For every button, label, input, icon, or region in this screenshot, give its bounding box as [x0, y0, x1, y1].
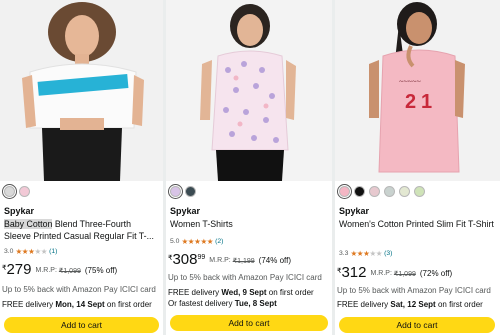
color-swatch[interactable] [354, 186, 365, 197]
product-image[interactable] [166, 0, 332, 181]
star-rating-icon: ★★★★★ [350, 248, 383, 258]
rating-count[interactable]: (1) [49, 248, 57, 255]
price-fraction: 99 [197, 254, 206, 261]
color-swatch[interactable] [168, 184, 183, 199]
rating-count[interactable]: (3) [384, 250, 392, 257]
color-swatches [168, 184, 196, 200]
delivery-date: Wed, 9 Sept [221, 288, 267, 297]
rating-value: 3.0 [4, 247, 14, 255]
cashback-offer: Up to 5% back with Amazon Pay ICICI card [337, 286, 491, 295]
delivery-info: FREE delivery Mon, 14 Sept on first orde… [2, 300, 152, 309]
rating[interactable]: 5.0 ★★★★★ (2) [170, 236, 223, 246]
rating[interactable]: 3.0 ★★★★★ (1) [4, 246, 57, 256]
delivery-prefix: FREE delivery [337, 300, 391, 309]
price-whole: 279 [6, 261, 32, 278]
title-text: Women's Cotton Printed Slim Fit T-Shirt [339, 219, 494, 229]
fastest-delivery-info: Or fastest delivery Tue, 8 Sept [168, 299, 277, 308]
color-swatches [2, 184, 30, 200]
price-whole: 312 [341, 264, 367, 281]
delivery-date: Sat, 12 Sept [390, 300, 436, 309]
delivery-info: FREE delivery Wed, 9 Sept on first order [168, 288, 314, 297]
color-swatch[interactable] [337, 184, 352, 199]
price: ₹ 312 M.R.P: ₹1,099 (72% off) [337, 265, 452, 280]
fastest-date: Tue, 8 Sept [234, 299, 277, 308]
product-image[interactable]: ~~~~~ 2 1 [335, 0, 500, 181]
product-grid: Spykar Baby Cotton Blend Three-Fourth Sl… [0, 0, 500, 335]
product-title[interactable]: Women's Cotton Printed Slim Fit T-Shirt [339, 218, 497, 242]
delivery-prefix: FREE delivery [2, 300, 56, 309]
delivery-info: FREE delivery Sat, 12 Sept on first orde… [337, 300, 483, 309]
add-to-cart-button[interactable]: Add to cart [339, 317, 495, 333]
color-swatch[interactable] [369, 186, 380, 197]
model-photo-crop-top [0, 0, 163, 181]
rating-value: 5.0 [170, 237, 180, 245]
product-card: ~~~~~ 2 1 Spykar Women's Cotton Printed … [335, 0, 500, 335]
mrp-value: ₹1,099 [58, 268, 81, 275]
price: ₹ 308 99 M.R.P: ₹1,199 (74% off) [168, 252, 291, 267]
svg-text:~~~~~: ~~~~~ [399, 77, 421, 86]
mrp-label: M.R.P: [209, 257, 231, 264]
product-image[interactable] [0, 0, 163, 181]
discount-percent: (72% off) [419, 269, 453, 278]
rating-count[interactable]: (2) [215, 238, 223, 245]
delivery-prefix: FREE delivery [168, 288, 222, 297]
color-swatch[interactable] [19, 186, 30, 197]
price-whole: 308 [172, 251, 198, 268]
model-photo-pink-tee: ~~~~~ 2 1 [335, 0, 500, 181]
discount-percent: (74% off) [258, 256, 291, 265]
mrp-value: ₹1,099 [393, 271, 416, 278]
cashback-offer: Up to 5% back with Amazon Pay ICICI card [168, 273, 322, 282]
product-card: Spykar Baby Cotton Blend Three-Fourth Sl… [0, 0, 163, 335]
price: ₹ 279 M.R.P: ₹1,099 (75% off) [2, 262, 117, 277]
rating[interactable]: 3.3 ★★★★★ (3) [339, 248, 392, 258]
star-rating-icon: ★★★★★ [15, 246, 48, 256]
title-highlight: Baby Cotton [4, 219, 53, 229]
delivery-suffix: on first order [266, 288, 314, 297]
delivery-suffix: on first order [104, 300, 152, 309]
product-card: Spykar Women T-Shirts 5.0 ★★★★★ (2) ₹ 30… [166, 0, 332, 335]
mrp-label: M.R.P: [35, 267, 57, 274]
svg-text:2: 2 [405, 91, 416, 113]
mrp-label: M.R.P: [370, 270, 392, 277]
color-swatch[interactable] [384, 186, 395, 197]
discount-percent: (75% off) [84, 266, 118, 275]
mrp-value: ₹1,199 [232, 258, 255, 265]
cashback-offer: Up to 5% back with Amazon Pay ICICI card [2, 285, 156, 294]
color-swatch[interactable] [414, 186, 425, 197]
delivery-suffix: on first order [435, 300, 483, 309]
rating-value: 3.3 [339, 249, 349, 257]
add-to-cart-button[interactable]: Add to cart [170, 315, 328, 331]
fastest-prefix: Or fastest delivery [168, 299, 235, 308]
brand-name: Spykar [4, 206, 35, 216]
svg-text:1: 1 [421, 91, 432, 113]
brand-name: Spykar [339, 206, 370, 216]
product-title[interactable]: Baby Cotton Blend Three-Fourth Sleeve Pr… [4, 218, 160, 242]
color-swatch[interactable] [399, 186, 410, 197]
color-swatches [337, 184, 425, 200]
title-text: Women T-Shirts [170, 219, 233, 229]
star-rating-icon: ★★★★★ [181, 236, 214, 246]
color-swatch[interactable] [2, 184, 17, 199]
delivery-date: Mon, 14 Sept [55, 300, 105, 309]
color-swatch[interactable] [185, 186, 196, 197]
model-photo-printed-tee [166, 0, 332, 181]
add-to-cart-button[interactable]: Add to cart [4, 317, 159, 333]
brand-name: Spykar [170, 206, 201, 216]
